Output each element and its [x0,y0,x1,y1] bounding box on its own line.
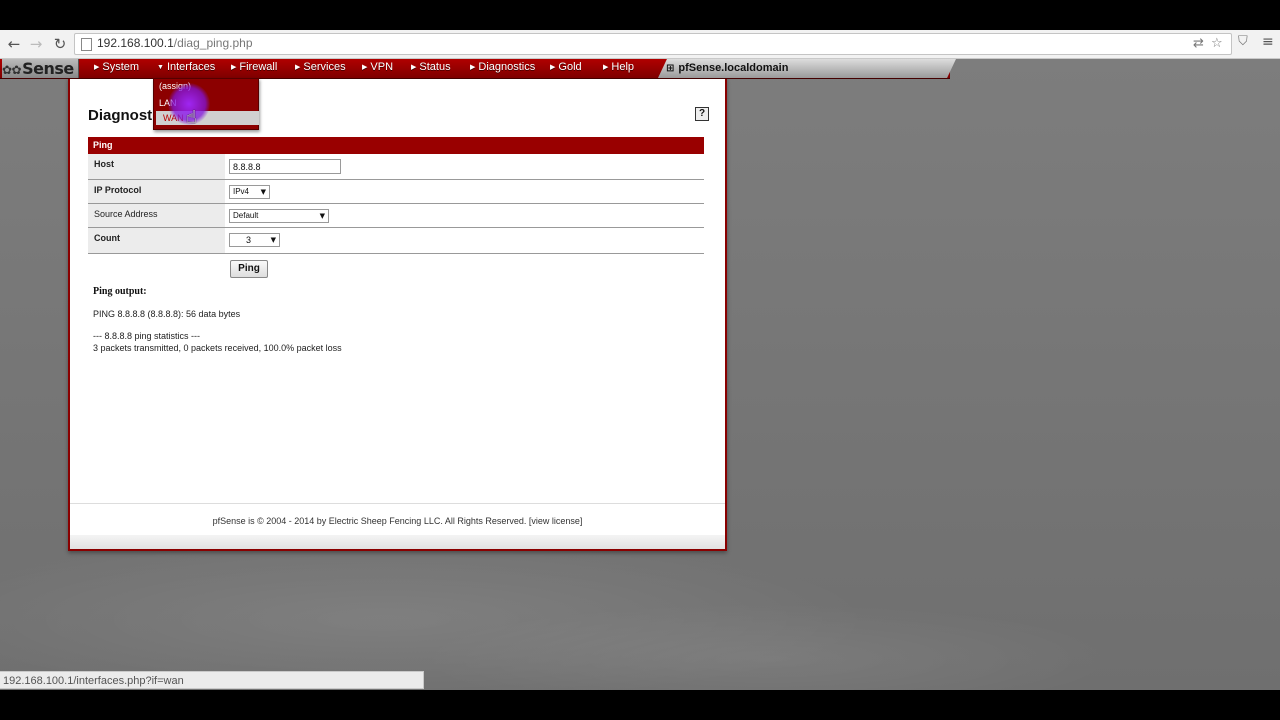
protocol-label: IP Protocol [88,180,225,203]
section-header: Ping [88,137,704,154]
ping-button[interactable]: Ping [230,260,268,278]
triangle-right-icon: ▶ [470,64,476,71]
help-icon[interactable]: ? [695,107,709,121]
content-panel: Diagnost ? Ping Host IP Protocol IPv4▼ S… [68,77,727,551]
dropdown-caret-icon: ▼ [260,188,266,196]
view-license-link[interactable]: view license [531,516,580,526]
triangle-right-icon: ▶ [603,64,609,71]
translate-icon[interactable]: ⇄ [1193,36,1204,51]
page-viewport: Diagnost ? Ping Host IP Protocol IPv4▼ S… [0,59,1280,690]
address-bar[interactable]: 192.168.100.1/diag_ping.php ⇄ ☆ [74,33,1232,55]
triangle-right-icon: ▶ [231,64,237,71]
host-input[interactable] [229,159,341,174]
protocol-row: IP Protocol IPv4 ▼ [88,180,704,204]
nav-help[interactable]: ▶ Help [603,61,634,73]
browser-menu-icon[interactable]: ≡ [1262,34,1274,50]
footer-divider [70,503,725,504]
source-select[interactable]: Default ▼ [229,209,329,223]
bookmark-star-icon[interactable]: ☆ [1211,36,1223,51]
top-navigation: ✿✿Sense ▶ System ▼ Interfaces ▶ Firewall ▶ S… [0,59,956,79]
triangle-down-icon: ▼ [157,64,164,71]
nav-diagnostics[interactable]: ▶ Diagnostics [470,61,535,73]
forward-icon[interactable]: → [26,34,46,54]
ping-output-line: 3 packets transmitted, 0 packets receive… [93,343,342,353]
page-icon [81,38,92,51]
count-row: Count 3 ▼ [88,228,704,254]
host-row: Host [88,154,704,180]
triangle-right-icon: ▶ [94,64,100,71]
nav-vpn[interactable]: ▶ VPN [362,61,393,73]
ping-output-label: Ping output: [93,286,147,297]
status-bar-url: 192.168.100.1/interfaces.php?if=wan [0,671,424,689]
protocol-select[interactable]: IPv4 ▼ [229,185,270,199]
page-title: Diagnost [88,107,153,124]
reload-icon[interactable]: ↻ [50,34,70,54]
hand-cursor-icon: ☝ [186,107,197,128]
triangle-right-icon: ▶ [295,64,301,71]
nav-system[interactable]: ▶ System [94,61,139,73]
shield-icon[interactable]: ⛉ [1238,34,1248,49]
nav-interfaces[interactable]: ▼ Interfaces [157,61,215,73]
source-label: Source Address [88,204,225,227]
back-icon[interactable]: ← [4,34,24,54]
source-row: Source Address Default ▼ [88,204,704,228]
count-select[interactable]: 3 ▼ [229,233,280,247]
network-icon: ⊞ [666,63,675,74]
triangle-right-icon: ▶ [362,64,368,71]
nav-services[interactable]: ▶ Services [295,61,346,73]
pfsense-logo[interactable]: ✿✿Sense [2,59,79,78]
triangle-right-icon: ▶ [411,64,417,71]
count-label: Count [88,228,225,253]
dropdown-caret-icon: ▼ [319,212,325,220]
nav-gold[interactable]: ▶ Gold [550,61,582,73]
url-text: 192.168.100.1/diag_ping.php [97,36,253,50]
triangle-right-icon: ▶ [550,64,556,71]
nav-firewall[interactable]: ▶ Firewall [231,61,277,73]
ping-output-line: --- 8.8.8.8 ping statistics --- [93,331,201,341]
ping-output-line: PING 8.8.8.8 (8.8.8.8): 56 data bytes [93,309,241,319]
dropdown-caret-icon: ▼ [270,236,276,244]
footer: pfSense is © 2004 - 2014 by Electric She… [212,516,583,526]
host-label: Host [88,154,225,179]
footer-bar [70,535,725,549]
nav-status[interactable]: ▶ Status [411,61,451,73]
browser-toolbar: ← → ↻ 192.168.100.1/diag_ping.php ⇄ ☆ ⛉ … [0,30,1280,59]
hostname-label: ⊞ pfSense.localdomain [658,59,956,78]
